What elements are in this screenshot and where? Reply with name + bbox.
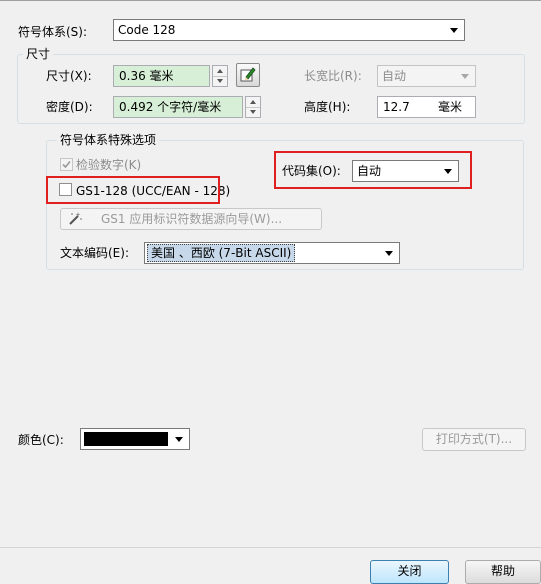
- checkmark-icon: [62, 160, 71, 169]
- aspect-select[interactable]: 自动: [377, 65, 476, 87]
- magic-wand-icon: [69, 212, 82, 225]
- height-input[interactable]: 12.7 毫米: [377, 96, 476, 118]
- help-label: 帮助: [490, 564, 515, 578]
- density-stepper[interactable]: [245, 96, 261, 118]
- aspect-label: 长宽比(R):: [304, 69, 362, 83]
- density-value: 0.492 个字符/毫米: [119, 100, 222, 114]
- encoding-value: 美国 、西欧 (7-Bit ASCII): [147, 244, 296, 262]
- print-method-button[interactable]: 打印方式(T)...: [422, 428, 526, 451]
- help-button[interactable]: 帮助: [465, 560, 541, 584]
- arrow-down-icon: [217, 79, 223, 83]
- arrow-down-icon: [250, 110, 256, 114]
- size-value: 0.36 毫米: [119, 69, 174, 83]
- size-label: 尺寸(X):: [46, 69, 92, 83]
- close-label: 关闭: [397, 564, 422, 578]
- close-button[interactable]: 关闭: [370, 560, 449, 584]
- window-top-edge: [0, 0, 541, 1]
- pencil-icon: [240, 67, 256, 82]
- bottom-separator: [0, 547, 541, 548]
- density-input[interactable]: 0.492 个字符/毫米: [113, 96, 243, 118]
- encoding-select[interactable]: 美国 、西欧 (7-Bit ASCII): [144, 242, 400, 264]
- gs1-highlight: [46, 176, 220, 204]
- arrow-up-icon: [217, 69, 223, 73]
- codeset-highlight: [274, 151, 472, 189]
- height-value: 12.7: [383, 100, 410, 114]
- chevron-down-icon: [450, 28, 458, 33]
- options-group-title: 符号体系特殊选项: [57, 132, 160, 148]
- chevron-down-icon: [385, 251, 393, 256]
- density-label: 密度(D):: [46, 100, 93, 114]
- density-step-down[interactable]: [246, 107, 260, 117]
- chevron-down-icon: [175, 437, 183, 442]
- symbology-label: 符号体系(S):: [18, 25, 88, 39]
- gs1-wizard-button[interactable]: GS1 应用标识符数据源向导(W)...: [60, 208, 322, 230]
- check-digit-checkbox[interactable]: [60, 158, 73, 171]
- size-tool-button[interactable]: [236, 63, 260, 87]
- aspect-value: 自动: [382, 69, 407, 83]
- color-swatch: [84, 432, 168, 446]
- height-label: 高度(H):: [304, 100, 351, 114]
- print-method-label: 打印方式(T)...: [435, 432, 513, 446]
- size-input[interactable]: 0.36 毫米: [113, 65, 210, 87]
- arrow-up-icon: [250, 100, 256, 104]
- height-unit: 毫米: [438, 100, 463, 114]
- color-picker[interactable]: [80, 428, 190, 450]
- symbology-select[interactable]: Code 128: [113, 19, 465, 41]
- size-group-title: 尺寸: [23, 46, 54, 62]
- size-stepper[interactable]: [212, 65, 228, 87]
- symbology-value: Code 128: [118, 23, 176, 37]
- gs1-wizard-label: GS1 应用标识符数据源向导(W)...: [101, 212, 283, 226]
- check-digit-label: 检验数字(K): [76, 158, 142, 172]
- chevron-down-icon: [461, 74, 469, 79]
- encoding-label: 文本编码(E):: [60, 246, 129, 260]
- color-label: 颜色(C):: [18, 433, 64, 447]
- size-step-down[interactable]: [213, 76, 227, 86]
